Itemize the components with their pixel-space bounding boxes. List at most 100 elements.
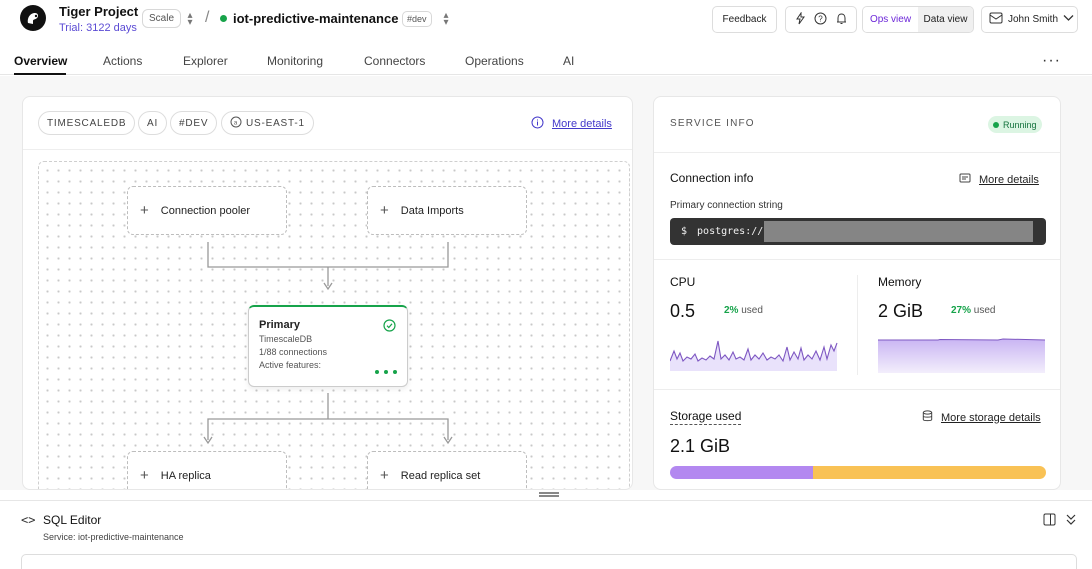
- document-icon: [959, 172, 971, 187]
- env-badge: #dev: [402, 11, 432, 27]
- connection-string-box[interactable]: $ postgres://: [670, 218, 1046, 245]
- cpu-sparkline: [670, 340, 838, 371]
- header-icon-group: ?: [785, 6, 857, 33]
- metric-separator: [857, 275, 858, 375]
- main-tabs: Overview Actions Explorer Monitoring Con…: [0, 45, 1092, 75]
- conn-string-label: Primary connection string: [670, 200, 783, 211]
- read-replica-node[interactable]: + Read replica set: [367, 451, 527, 489]
- chip-dev: #DEV: [170, 111, 218, 135]
- svg-text:?: ?: [819, 14, 824, 23]
- svg-text:a: a: [234, 120, 238, 126]
- active-features-dots-icon[interactable]: [375, 370, 397, 374]
- tab-overview[interactable]: Overview: [14, 54, 67, 68]
- aws-icon: a: [230, 116, 242, 131]
- data-view-button[interactable]: Data view: [918, 7, 973, 32]
- memory-usage: 27% used: [951, 305, 995, 316]
- info-icon: [531, 116, 544, 132]
- plus-icon: +: [380, 467, 389, 484]
- connection-pooler-label: Connection pooler: [160, 204, 251, 217]
- user-avatar-icon: [989, 12, 1003, 27]
- running-dot: [993, 121, 999, 128]
- user-name: John Smith: [1008, 14, 1059, 25]
- tab-ai[interactable]: AI: [563, 54, 574, 68]
- cpu-value: 0.5: [670, 301, 696, 321]
- storage-segment-purple: [670, 466, 813, 479]
- help-icon[interactable]: ?: [814, 12, 827, 28]
- service-status-dot: [220, 15, 227, 22]
- data-imports-node[interactable]: + Data Imports: [367, 186, 527, 235]
- connection-info-title: Connection info: [670, 171, 754, 185]
- more-details-link[interactable]: More details: [531, 116, 612, 132]
- tiger-logo-icon[interactable]: [20, 5, 46, 31]
- chip-region: a US-EAST-1: [221, 111, 314, 135]
- storage-used-title: Storage used: [670, 409, 742, 425]
- bell-icon[interactable]: [835, 12, 848, 28]
- more-storage-details-link[interactable]: More storage details: [922, 410, 1041, 425]
- tab-operations[interactable]: Operations: [465, 54, 524, 68]
- primary-title: Primary: [259, 319, 300, 331]
- primary-node[interactable]: Primary TimescaleDB 1/88 connections Act…: [248, 305, 408, 387]
- storage-bar: [670, 466, 1046, 479]
- memory-used-label: used: [973, 305, 996, 316]
- ha-replica-label: HA replica: [160, 469, 211, 482]
- data-imports-label: Data Imports: [400, 204, 464, 217]
- status-text: Running: [1003, 119, 1037, 130]
- panel-resize-handle[interactable]: [539, 492, 559, 497]
- trial-days[interactable]: Trial: 3122 days: [59, 22, 137, 34]
- plus-icon: +: [140, 467, 149, 484]
- scale-badge[interactable]: Scale: [142, 9, 182, 28]
- service-switcher-icon[interactable]: ▴ ▾: [441, 11, 451, 28]
- card-divider: [23, 149, 632, 150]
- project-name[interactable]: Tiger Project: [59, 4, 138, 19]
- lightning-icon[interactable]: [794, 10, 807, 28]
- user-menu-button[interactable]: John Smith: [981, 6, 1078, 33]
- tab-connectors[interactable]: Connectors: [364, 54, 425, 68]
- project-switcher-icon[interactable]: ▴ ▾: [185, 11, 195, 28]
- database-icon: [922, 410, 933, 425]
- more-details-label: More details: [552, 118, 612, 130]
- chip-timescaledb: TIMESCALEDB: [38, 111, 136, 135]
- more-options-icon[interactable]: ···: [1042, 52, 1061, 70]
- tab-monitoring[interactable]: Monitoring: [267, 54, 323, 68]
- active-tab-indicator: [14, 73, 66, 75]
- service-info-heading: SERVICE INFO: [670, 118, 755, 129]
- tab-actions[interactable]: Actions: [103, 54, 142, 68]
- feedback-button[interactable]: Feedback: [712, 6, 777, 33]
- sql-editor-input[interactable]: [21, 554, 1077, 569]
- memory-label: Memory: [878, 275, 922, 289]
- memory-value: 2 GiB: [878, 301, 924, 321]
- cpu-label: CPU: [670, 275, 696, 289]
- memory-sparkline: [878, 338, 1046, 373]
- conn-string-value: postgres://: [697, 226, 764, 237]
- collapse-chevrons-icon[interactable]: [1065, 513, 1077, 529]
- shell-prompt: $: [681, 226, 688, 237]
- service-name[interactable]: iot-predictive-maintenance: [233, 11, 398, 26]
- ha-replica-node[interactable]: + HA replica: [127, 451, 287, 489]
- memory-pct: 27%: [951, 305, 972, 316]
- sql-editor-title[interactable]: SQL Editor: [43, 513, 101, 527]
- more-storage-details-label: More storage details: [941, 411, 1041, 424]
- cpu-used-label: used: [741, 305, 763, 316]
- connection-more-details-link[interactable]: More details: [959, 172, 1039, 187]
- region-label: US-EAST-1: [246, 117, 305, 129]
- connection-more-label: More details: [979, 173, 1039, 186]
- divider: [654, 259, 1060, 260]
- read-replica-label: Read replica set: [400, 469, 481, 482]
- storage-segment-yellow: [812, 466, 1046, 479]
- connection-pooler-node[interactable]: + Connection pooler: [127, 186, 287, 235]
- ops-view-button[interactable]: Ops view: [863, 7, 918, 32]
- view-toggle: Ops view Data view: [862, 6, 974, 33]
- code-icon: <>: [21, 513, 36, 527]
- cpu-pct: 2%: [724, 305, 739, 316]
- plus-icon: +: [140, 202, 149, 219]
- divider: [654, 389, 1060, 390]
- chip-ai: AI: [138, 111, 168, 135]
- masked-credentials[interactable]: [764, 221, 1034, 242]
- sql-editor-service: Service: iot-predictive-maintenance: [43, 532, 184, 542]
- cpu-usage: 2% used: [724, 305, 763, 316]
- primary-engine: TimescaleDB: [259, 334, 313, 344]
- plus-icon: +: [380, 202, 389, 219]
- tab-explorer[interactable]: Explorer: [183, 54, 228, 68]
- top-bar: Tiger Project Trial: 3122 days Scale ▴ ▾ …: [0, 0, 1092, 40]
- split-view-icon[interactable]: [1043, 513, 1056, 529]
